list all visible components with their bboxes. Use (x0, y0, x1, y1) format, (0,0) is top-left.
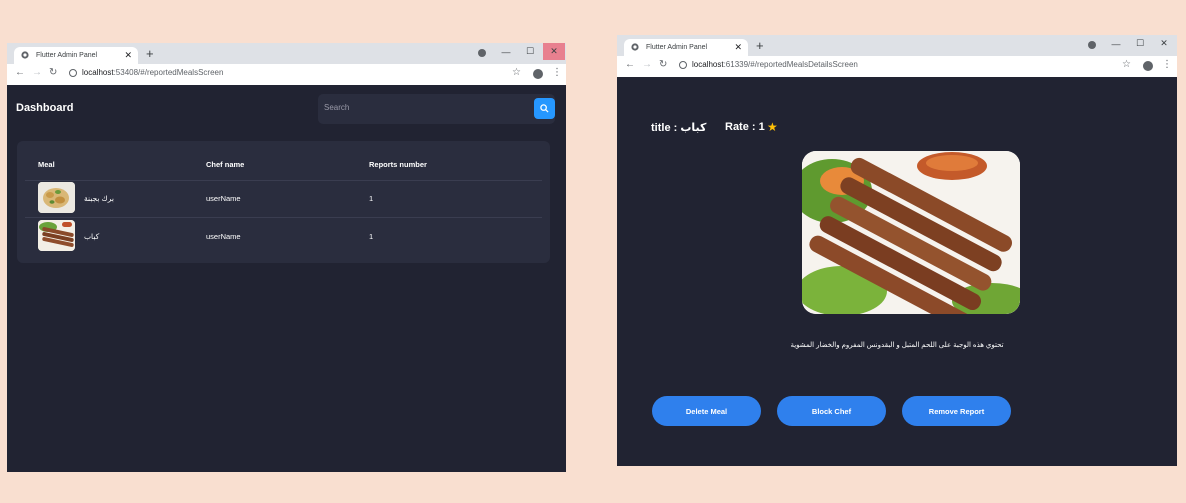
extension-icon[interactable] (478, 49, 486, 57)
menu-dots-icon[interactable]: ⋮ (552, 67, 562, 78)
forward-icon[interactable]: → (642, 59, 652, 70)
back-icon[interactable]: ← (15, 67, 25, 78)
column-header-chef: Chef name (206, 160, 245, 169)
plus-icon[interactable]: + (146, 46, 154, 61)
reload-icon[interactable]: ↻ (659, 59, 667, 70)
minimize-icon[interactable]: — (495, 43, 517, 60)
maximize-icon[interactable]: ☐ (519, 43, 541, 60)
close-window-icon[interactable]: ✕ (1153, 35, 1175, 52)
meal-image (802, 151, 1020, 314)
plus-icon[interactable]: + (756, 38, 764, 53)
star-icon[interactable]: ☆ (1122, 59, 1131, 70)
profile-icon[interactable] (1143, 61, 1153, 71)
close-icon[interactable]: ✕ (124, 50, 132, 61)
menu-dots-icon[interactable]: ⋮ (1162, 59, 1172, 70)
page-title: Dashboard (16, 102, 74, 114)
maximize-icon[interactable]: ☐ (1129, 35, 1151, 52)
block-chef-button[interactable]: Block Chef (777, 396, 886, 426)
browser-toolbar: ← → ↻ localhost:61339/#/reportedMealsDet… (617, 56, 1177, 77)
profile-icon[interactable] (533, 69, 543, 79)
tab-title: Flutter Admin Panel (646, 44, 708, 51)
address-bar[interactable]: localhost:61339/#/reportedMealsDetailsSc… (692, 60, 858, 69)
meal-description: تحتوي هذه الوجبة على اللحم المتبل و البق… (790, 342, 1004, 349)
tab-title: Flutter Admin Panel (36, 52, 98, 59)
browser-tab[interactable]: Flutter Admin Panel ✕ (14, 47, 138, 64)
chef-name: userName (206, 194, 241, 203)
info-icon[interactable] (69, 69, 77, 77)
title-bar: Flutter Admin Panel ✕ + — ☐ ✕ (617, 35, 1177, 56)
search-icon (540, 104, 549, 113)
back-icon[interactable]: ← (625, 59, 635, 70)
reports-count: 1 (369, 232, 374, 241)
info-icon[interactable] (679, 61, 687, 69)
forward-icon[interactable]: → (32, 67, 42, 78)
meal-thumbnail (38, 220, 75, 251)
divider (25, 180, 542, 181)
search-button[interactable] (534, 98, 555, 119)
column-header-meal: Meal (38, 160, 55, 169)
app-content: title : كباب Rate : 1 ★ تحتوي هذه الوجبة… (617, 77, 1177, 466)
divider (25, 217, 542, 218)
meal-rate: Rate : 1 (725, 121, 765, 133)
meal-thumbnail (38, 182, 75, 213)
star-icon: ★ (767, 120, 778, 134)
meal-name: برك بجبنة (84, 194, 114, 203)
minimize-icon[interactable]: — (1105, 35, 1127, 52)
browser-window-reported-meals: Flutter Admin Panel ✕ + — ☐ ✕ ← → ↻ loca… (7, 43, 566, 472)
globe-icon (631, 43, 639, 51)
title-bar: Flutter Admin Panel ✕ + — ☐ ✕ (7, 43, 566, 64)
reports-count: 1 (369, 194, 374, 203)
close-icon[interactable]: ✕ (734, 42, 742, 53)
app-content: Dashboard Search Meal Chef name Reports … (7, 85, 566, 472)
browser-window-meal-details: Flutter Admin Panel ✕ + — ☐ ✕ ← → ↻ loca… (617, 35, 1177, 466)
search-input[interactable]: Search (318, 94, 555, 124)
column-header-reports: Reports number (369, 160, 427, 169)
address-bar[interactable]: localhost:53408/#/reportedMealsScreen (82, 68, 223, 77)
search-placeholder: Search (324, 103, 350, 112)
delete-meal-button[interactable]: Delete Meal (652, 396, 761, 426)
extension-icon[interactable] (1088, 41, 1096, 49)
reported-meals-table: Meal Chef name Reports number برك بجبنة … (17, 141, 550, 263)
reload-icon[interactable]: ↻ (49, 67, 57, 78)
browser-toolbar: ← → ↻ localhost:53408/#/reportedMealsScr… (7, 64, 566, 85)
meal-title: title : كباب (651, 122, 707, 134)
remove-report-button[interactable]: Remove Report (902, 396, 1011, 426)
close-window-icon[interactable]: ✕ (543, 43, 565, 60)
browser-tab[interactable]: Flutter Admin Panel ✕ (624, 39, 748, 56)
chef-name: userName (206, 232, 241, 241)
globe-icon (21, 51, 29, 59)
star-icon[interactable]: ☆ (512, 67, 521, 78)
meal-name: كباب (84, 232, 100, 241)
